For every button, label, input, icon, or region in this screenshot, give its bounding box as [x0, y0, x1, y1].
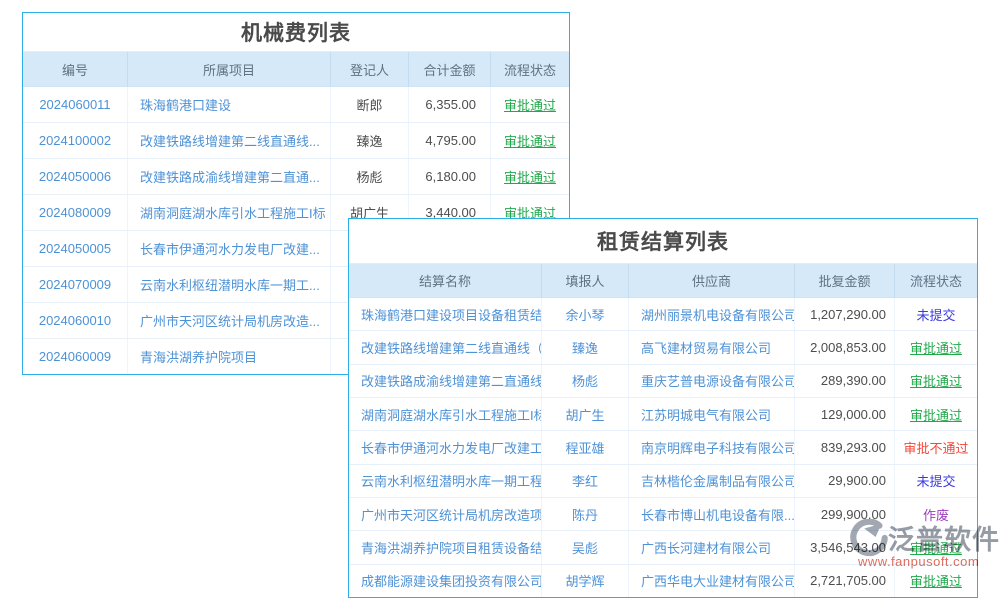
column-header-project: 所属项目 [128, 52, 331, 86]
column-header-id: 编号 [23, 52, 128, 86]
column-header-filler: 填报人 [542, 264, 629, 297]
amount-text: 4,795.00 [409, 123, 491, 158]
record-id-link[interactable]: 2024070009 [23, 267, 128, 302]
project-link[interactable]: 珠海鹤港口建设 [128, 87, 331, 122]
project-link[interactable]: 改建铁路线增建第二线直通线... [128, 123, 331, 158]
settlement-name-link[interactable]: 云南水利枢纽潜明水库一期工程施... [349, 465, 542, 497]
amount-text: 6,180.00 [409, 159, 491, 194]
project-link[interactable]: 湖南洞庭湖水库引水工程施工I标 [128, 195, 331, 230]
project-link[interactable]: 云南水利枢纽潜明水库一期工... [128, 267, 331, 302]
column-header-settlement-name: 结算名称 [349, 264, 542, 297]
table-row[interactable]: 长春市伊通河水力发电厂改建工程... 程亚雄 南京明辉电子科技有限公司 839,… [349, 431, 977, 464]
table-row[interactable]: 成都能源建设集团投资有限公司临... 胡学辉 广西华电大业建材有限公司 2,72… [349, 565, 977, 597]
lease-panel-title: 租赁结算列表 [349, 219, 977, 263]
supplier-link[interactable]: 吉林楷伦金属制品有限公司 [629, 465, 795, 497]
settlement-name-link[interactable]: 长春市伊通河水力发电厂改建工程... [349, 431, 542, 463]
table-row[interactable]: 湖南洞庭湖水库引水工程施工I标设... 胡广生 江苏明城电气有限公司 129,0… [349, 398, 977, 431]
filler-text: 李红 [542, 465, 629, 497]
table-row[interactable]: 2024050006 改建铁路成渝线增建第二直通... 杨彪 6,180.00 … [23, 159, 569, 195]
table-row[interactable]: 2024060011 珠海鹤港口建设 断郎 6,355.00 审批通过 [23, 87, 569, 123]
amount-text: 2,721,705.00 [795, 565, 895, 597]
filler-text: 胡学辉 [542, 565, 629, 597]
filler-text: 臻逸 [542, 331, 629, 363]
amount-text: 2,008,853.00 [795, 331, 895, 363]
lease-table-header: 结算名称 填报人 供应商 批复金额 流程状态 [349, 263, 977, 298]
amount-text: 289,390.00 [795, 365, 895, 397]
status-link[interactable]: 审批不通过 [895, 431, 977, 463]
project-link[interactable]: 改建铁路成渝线增建第二直通... [128, 159, 331, 194]
table-row[interactable]: 2024100002 改建铁路线增建第二线直通线... 臻逸 4,795.00 … [23, 123, 569, 159]
table-row[interactable]: 珠海鹤港口建设项目设备租赁结算 余小琴 湖州丽景机电设备有限公司 1,207,2… [349, 298, 977, 331]
status-link[interactable]: 审批通过 [895, 331, 977, 363]
record-id-link[interactable]: 2024060011 [23, 87, 128, 122]
filler-text: 杨彪 [542, 365, 629, 397]
table-row[interactable]: 云南水利枢纽潜明水库一期工程施... 李红 吉林楷伦金属制品有限公司 29,90… [349, 465, 977, 498]
record-id-link[interactable]: 2024060010 [23, 303, 128, 338]
column-header-status: 流程状态 [895, 264, 977, 297]
supplier-link[interactable]: 重庆艺普电源设备有限公司 [629, 365, 795, 397]
watermark-brand: 泛普软件 [888, 518, 1000, 557]
status-link[interactable]: 审批通过 [895, 565, 977, 597]
filler-text: 胡广生 [542, 398, 629, 430]
amount-text: 6,355.00 [409, 87, 491, 122]
supplier-link[interactable]: 湖州丽景机电设备有限公司 [629, 298, 795, 330]
supplier-link[interactable]: 南京明辉电子科技有限公司 [629, 431, 795, 463]
column-header-registrant: 登记人 [331, 52, 409, 86]
status-link[interactable]: 审批通过 [491, 123, 569, 158]
settlement-name-link[interactable]: 青海洪湖养护院项目租赁设备结算 [349, 531, 542, 563]
registrant-text: 杨彪 [331, 159, 409, 194]
column-header-status: 流程状态 [491, 52, 569, 86]
settlement-name-link[interactable]: 改建铁路线增建第二线直通线（成... [349, 331, 542, 363]
record-id-link[interactable]: 2024080009 [23, 195, 128, 230]
supplier-link[interactable]: 广西长河建材有限公司 [629, 531, 795, 563]
supplier-link[interactable]: 广西华电大业建材有限公司 [629, 565, 795, 597]
supplier-link[interactable]: 江苏明城电气有限公司 [629, 398, 795, 430]
settlement-name-link[interactable]: 珠海鹤港口建设项目设备租赁结算 [349, 298, 542, 330]
machinery-panel-title: 机械费列表 [23, 13, 569, 51]
status-link[interactable]: 未提交 [895, 465, 977, 497]
supplier-link[interactable]: 高飞建材贸易有限公司 [629, 331, 795, 363]
amount-text: 1,207,290.00 [795, 298, 895, 330]
status-link[interactable]: 审批通过 [491, 159, 569, 194]
supplier-link[interactable]: 长春市博山机电设备有限... [629, 498, 795, 530]
table-row[interactable]: 改建铁路线增建第二线直通线（成... 臻逸 高飞建材贸易有限公司 2,008,8… [349, 331, 977, 364]
column-header-approved-amount: 批复金额 [795, 264, 895, 297]
registrant-text: 臻逸 [331, 123, 409, 158]
record-id-link[interactable]: 2024100002 [23, 123, 128, 158]
record-id-link[interactable]: 2024050006 [23, 159, 128, 194]
status-link[interactable]: 审批通过 [895, 365, 977, 397]
fanpu-logo-icon [850, 519, 888, 557]
status-link[interactable]: 审批通过 [895, 398, 977, 430]
watermark: 泛普软件 www.fanpusoft.com [850, 518, 1000, 569]
settlement-name-link[interactable]: 湖南洞庭湖水库引水工程施工I标设... [349, 398, 542, 430]
filler-text: 吴彪 [542, 531, 629, 563]
watermark-url: www.fanpusoft.com [850, 554, 1000, 569]
status-link[interactable]: 审批通过 [491, 87, 569, 122]
record-id-link[interactable]: 2024050005 [23, 231, 128, 266]
amount-text: 839,293.00 [795, 431, 895, 463]
project-link[interactable]: 青海洪湖养护院项目 [128, 339, 331, 374]
filler-text: 陈丹 [542, 498, 629, 530]
project-link[interactable]: 长春市伊通河水力发电厂改建... [128, 231, 331, 266]
project-link[interactable]: 广州市天河区统计局机房改造... [128, 303, 331, 338]
column-header-supplier: 供应商 [629, 264, 795, 297]
filler-text: 余小琴 [542, 298, 629, 330]
amount-text: 29,900.00 [795, 465, 895, 497]
settlement-name-link[interactable]: 广州市天河区统计局机房改造项目 [349, 498, 542, 530]
filler-text: 程亚雄 [542, 431, 629, 463]
amount-text: 129,000.00 [795, 398, 895, 430]
settlement-name-link[interactable]: 成都能源建设集团投资有限公司临... [349, 565, 542, 597]
machinery-table-header: 编号 所属项目 登记人 合计金额 流程状态 [23, 51, 569, 87]
table-row[interactable]: 改建铁路成渝线增建第二直通线（... 杨彪 重庆艺普电源设备有限公司 289,3… [349, 365, 977, 398]
registrant-text: 断郎 [331, 87, 409, 122]
record-id-link[interactable]: 2024060009 [23, 339, 128, 374]
column-header-total-amount: 合计金额 [409, 52, 491, 86]
status-link[interactable]: 未提交 [895, 298, 977, 330]
settlement-name-link[interactable]: 改建铁路成渝线增建第二直通线（... [349, 365, 542, 397]
